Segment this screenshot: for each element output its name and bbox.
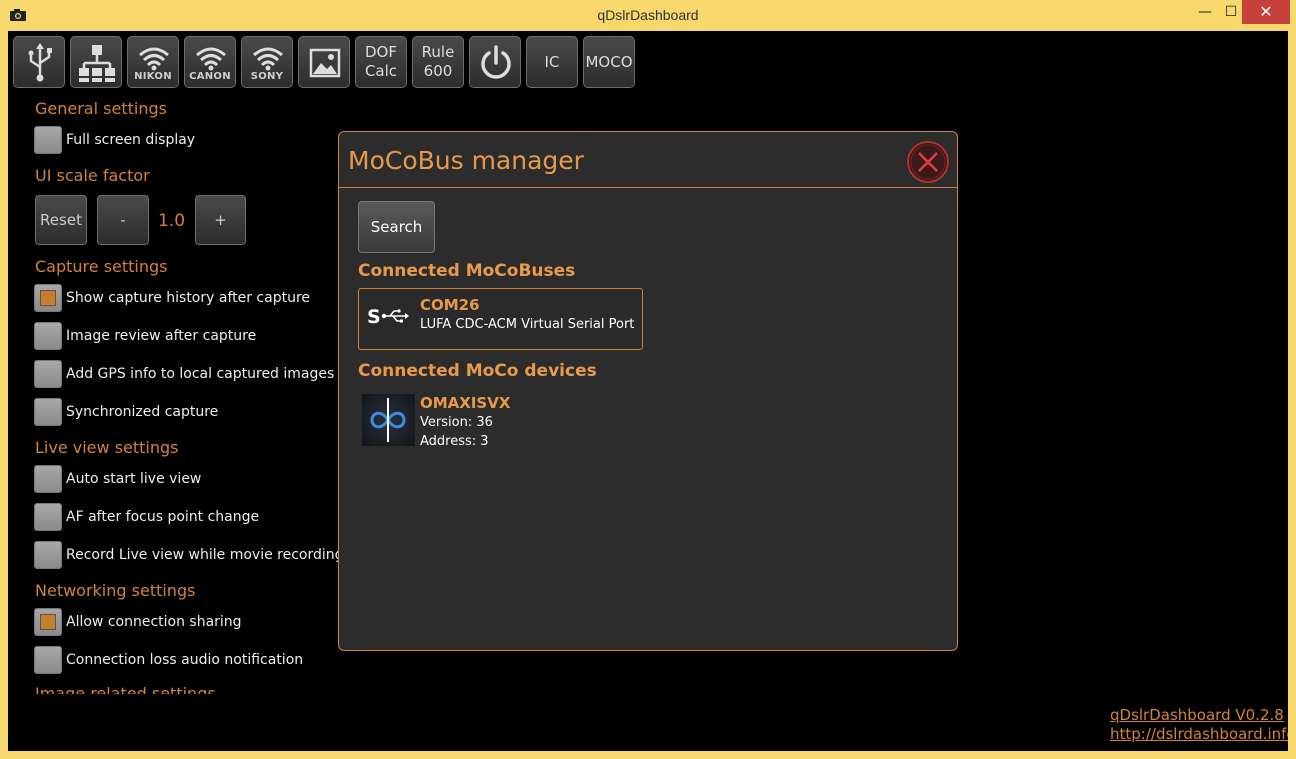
image-review-checkbox[interactable] (34, 322, 62, 350)
dof-calc-label: DOF Calc (356, 43, 406, 81)
dialog-title: MoCoBus manager (348, 146, 584, 175)
mocobus-manager-dialog: MoCoBus manager Search Connected MoCoBus… (338, 131, 958, 651)
device-version: Version: 36 (420, 415, 493, 430)
checkbox-fill (40, 614, 56, 630)
device-icon (362, 394, 415, 446)
canon-wifi-button[interactable]: CANON (184, 36, 236, 88)
auto-start-checkbox[interactable] (34, 465, 62, 493)
rule-600-button[interactable]: Rule 600 (412, 36, 464, 88)
ui-scale-heading: UI scale factor (35, 166, 150, 185)
rule-600-label: Rule 600 (413, 43, 463, 81)
general-settings-heading: General settings (35, 99, 167, 118)
gallery-button[interactable] (298, 36, 350, 88)
usb-button[interactable] (13, 36, 65, 88)
scale-value: 1.0 (158, 211, 186, 231)
version-link[interactable]: qDslrDashboard V0.2.8 (1110, 706, 1284, 724)
connected-buses-heading: Connected MoCoBuses (358, 261, 576, 281)
ic-label: IC (544, 53, 560, 71)
bus-list-item[interactable]: S COM26 LUFA CDC-ACM Virtual Serial Port (358, 288, 643, 350)
network-icon (79, 45, 115, 82)
close-dialog-button[interactable] (906, 140, 950, 184)
bus-description: LUFA CDC-ACM Virtual Serial Port (420, 317, 635, 332)
serial-s-glyph: S (367, 306, 381, 328)
image-review-label: Image review after capture (66, 328, 257, 344)
full-screen-label: Full screen display (66, 132, 196, 148)
dof-line: DOF Calc (364, 43, 398, 80)
allow-sharing-label: Allow connection sharing (66, 614, 242, 630)
sony-wifi-button[interactable]: SONY (241, 36, 293, 88)
usb-icon (28, 43, 52, 82)
live-view-heading: Live view settings (35, 438, 179, 457)
close-window-button[interactable]: ✕ (1242, 0, 1290, 24)
dialog-separator (339, 187, 957, 188)
ic-button[interactable]: IC (526, 36, 578, 88)
website-link[interactable]: http://dslrdashboard.info (1110, 725, 1288, 743)
allow-sharing-checkbox[interactable] (34, 608, 62, 636)
add-gps-label: Add GPS info to local captured images (66, 366, 335, 382)
window-title: qDslrDashboard (597, 7, 699, 23)
decrease-scale-button[interactable]: - (97, 195, 149, 245)
nikon-label: NIKON (134, 71, 172, 82)
increase-scale-button[interactable]: + (195, 195, 246, 245)
checkbox-fill (40, 290, 56, 306)
serial-usb-icon: S (367, 306, 409, 328)
image-icon (309, 48, 341, 78)
rule-line: Rule 600 (421, 43, 455, 80)
moco-button[interactable]: MOCO (583, 36, 635, 88)
record-lv-label: Record Live view while movie recording (66, 547, 344, 563)
close-icon (907, 141, 949, 183)
conn-loss-label: Connection loss audio notification (66, 652, 304, 668)
reset-scale-button[interactable]: Reset (35, 195, 87, 245)
power-icon (481, 45, 511, 79)
omaxis-logo-icon (370, 398, 406, 442)
sync-capture-checkbox[interactable] (34, 398, 62, 426)
show-history-checkbox[interactable] (34, 284, 62, 312)
full-screen-checkbox[interactable] (34, 126, 62, 154)
power-button[interactable] (469, 36, 521, 88)
canon-label: CANON (189, 71, 231, 82)
device-name: OMAXISVX (420, 394, 511, 412)
record-lv-checkbox[interactable] (34, 541, 62, 569)
bus-name: COM26 (420, 296, 480, 314)
connected-devices-heading: Connected MoCo devices (358, 361, 597, 381)
networking-heading: Networking settings (35, 581, 196, 600)
sync-capture-label: Synchronized capture (66, 404, 219, 420)
sony-label: SONY (250, 71, 284, 82)
af-after-label: AF after focus point change (66, 509, 260, 525)
add-gps-checkbox[interactable] (34, 360, 62, 388)
capture-settings-heading: Capture settings (35, 257, 168, 276)
show-history-label: Show capture history after capture (66, 290, 311, 306)
auto-start-label: Auto start live view (66, 471, 202, 487)
conn-loss-checkbox[interactable] (34, 646, 62, 674)
af-after-checkbox[interactable] (34, 503, 62, 531)
image-related-heading: Image related settings (35, 684, 216, 694)
moco-label: MOCO (585, 53, 633, 71)
nikon-wifi-button[interactable]: NIKON (127, 36, 179, 88)
app-client-area: NIKON CANON SONY DOF Calc Rule 600 IC MO… (8, 31, 1288, 751)
network-button[interactable] (70, 36, 122, 88)
title-bar: qDslrDashboard — ☐ ✕ (0, 0, 1296, 31)
dof-calc-button[interactable]: DOF Calc (355, 36, 407, 88)
search-button[interactable]: Search (358, 201, 435, 253)
device-address: Address: 3 (420, 434, 489, 449)
